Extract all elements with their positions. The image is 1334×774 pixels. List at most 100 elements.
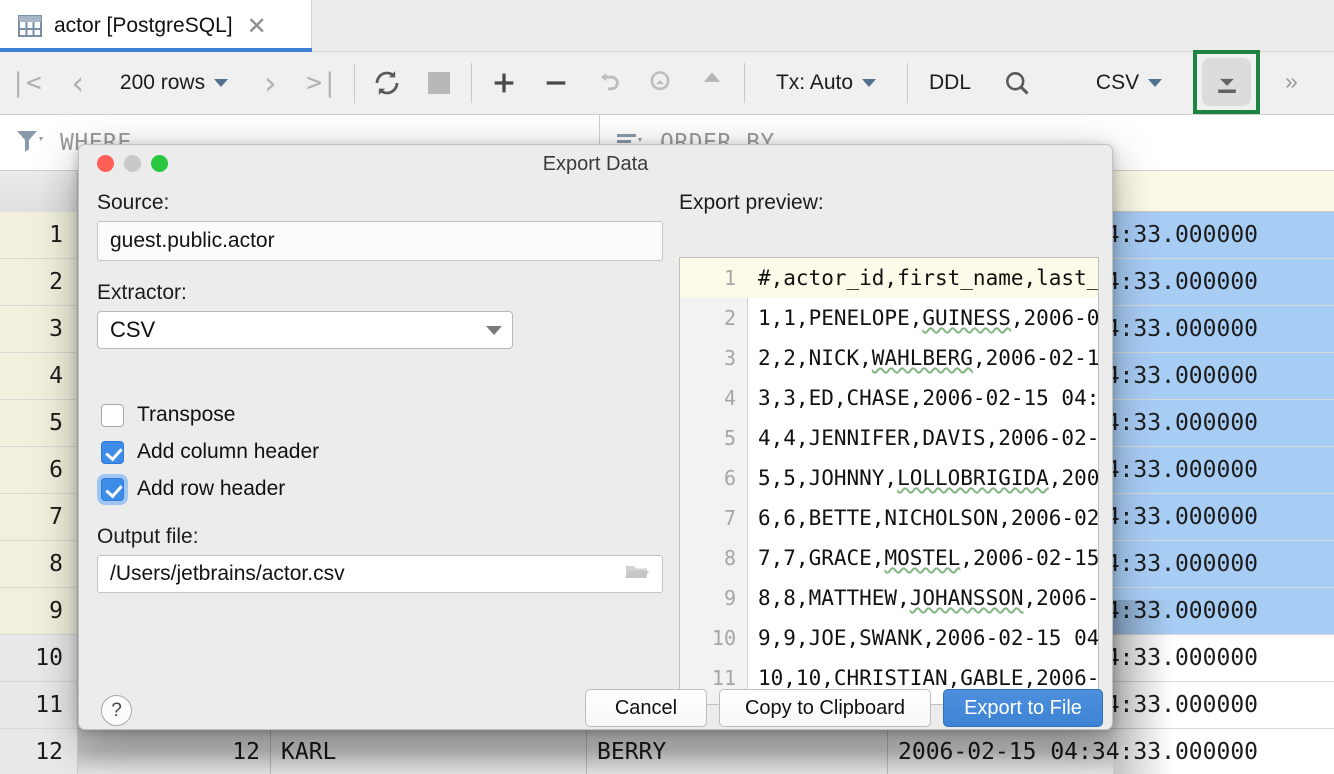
preview-line-number: 1 bbox=[680, 258, 736, 298]
chevron-down-icon bbox=[214, 79, 228, 87]
up-arrow-icon bbox=[698, 69, 726, 97]
preview-line: 87,7,GRACE,MOSTEL,2006-02-15 04 bbox=[680, 538, 1098, 578]
extractor-label: Extractor: bbox=[97, 281, 187, 305]
source-field: guest.public.actor bbox=[97, 221, 663, 261]
stop-icon bbox=[428, 72, 450, 94]
row-count-dropdown[interactable]: 200 rows bbox=[104, 52, 244, 115]
toolbar-divider-3 bbox=[744, 63, 745, 103]
chevron-down-icon-tx bbox=[862, 79, 876, 87]
row-number[interactable]: 7 bbox=[0, 494, 78, 540]
rollback-icon bbox=[646, 69, 674, 97]
reload-button[interactable] bbox=[361, 52, 413, 115]
row-number[interactable]: 11 bbox=[0, 682, 78, 728]
row-number[interactable]: 10 bbox=[0, 635, 78, 681]
minimize-window-button[interactable] bbox=[124, 155, 141, 172]
preview-line-number: 7 bbox=[680, 498, 736, 538]
first-page-button[interactable]: |< bbox=[0, 52, 52, 115]
row-number[interactable]: 5 bbox=[0, 400, 78, 446]
preview-line-number: 4 bbox=[680, 378, 736, 418]
toolbar-divider bbox=[354, 63, 355, 103]
close-icon[interactable]: ✕ bbox=[247, 14, 267, 38]
row-number[interactable]: 9 bbox=[0, 588, 78, 634]
row-number[interactable]: 2 bbox=[0, 259, 78, 305]
transaction-mode-dropdown[interactable]: Tx: Auto bbox=[751, 52, 901, 115]
preview-line: 98,8,MATTHEW,JOHANSSON,2006-02- bbox=[680, 578, 1098, 618]
cancel-button[interactable]: Cancel bbox=[585, 689, 707, 727]
cell-last-update[interactable]: 2006-02-15 04:34:33.000000 bbox=[888, 729, 1334, 774]
chevron-down-icon-extractor bbox=[486, 326, 502, 335]
commit-button[interactable] bbox=[686, 52, 738, 115]
export-to-file-toolbar-button[interactable] bbox=[1202, 58, 1251, 106]
export-preview-label: Export preview: bbox=[679, 191, 824, 215]
row-number[interactable]: 8 bbox=[0, 541, 78, 587]
tab-actor[interactable]: actor [PostgreSQL] ✕ bbox=[0, 0, 312, 52]
cell-last-name[interactable]: BERRY bbox=[587, 729, 888, 774]
tab-bar: actor [PostgreSQL] ✕ bbox=[0, 0, 1334, 52]
row-number[interactable]: 12 bbox=[0, 729, 78, 774]
row-number[interactable]: 1 bbox=[0, 212, 78, 258]
maximize-window-button[interactable] bbox=[151, 155, 168, 172]
toolbar-divider-4 bbox=[907, 63, 908, 103]
row-number[interactable]: 3 bbox=[0, 306, 78, 352]
preview-line-number: 9 bbox=[680, 578, 736, 618]
revert-icon bbox=[594, 69, 622, 97]
reload-icon bbox=[372, 68, 402, 98]
preview-line: 43,3,ED,CHASE,2006-02-15 04:34: bbox=[680, 378, 1098, 418]
window-controls bbox=[97, 155, 168, 172]
datagrip-window: actor [PostgreSQL] ✕ |< ‹ 200 rows › >| bbox=[0, 0, 1334, 774]
transaction-mode-label: Tx: Auto bbox=[776, 71, 853, 95]
preview-line-number: 10 bbox=[680, 618, 736, 658]
help-button[interactable]: ? bbox=[101, 695, 132, 726]
export-preview-editor[interactable]: 1 #,actor_id,first_name,last_nam21,1,PENE… bbox=[679, 257, 1099, 705]
cell-first-name[interactable]: KARL bbox=[271, 729, 587, 774]
toolbar-divider-5 bbox=[1194, 63, 1195, 103]
next-page-button[interactable]: › bbox=[244, 52, 296, 115]
search-button[interactable] bbox=[986, 52, 1048, 115]
rollback-button bbox=[634, 52, 686, 115]
preview-line-text: #,actor_id,first_name,last_nam bbox=[758, 258, 1099, 298]
filter-icon bbox=[14, 128, 44, 159]
source-label: Source: bbox=[97, 191, 169, 215]
output-file-label: Output file: bbox=[97, 525, 199, 549]
table-row[interactable]: 1212KARLBERRY2006-02-15 04:34:33.000000 bbox=[0, 729, 1334, 774]
output-file-field[interactable]: /Users/jetbrains/actor.csv bbox=[97, 555, 663, 593]
preview-line-text: 5,5,JOHNNY,LOLLOBRIGIDA,2006-0 bbox=[758, 458, 1099, 498]
dialog-title: Export Data bbox=[543, 153, 649, 176]
last-page-button[interactable]: >| bbox=[296, 52, 348, 115]
preview-line: 1 #,actor_id,first_name,last_nam bbox=[680, 258, 1098, 298]
export-to-file-button[interactable]: Export to File bbox=[943, 689, 1103, 727]
prev-page-button[interactable]: ‹ bbox=[52, 52, 104, 115]
row-number[interactable]: 6 bbox=[0, 447, 78, 493]
tab-label: actor [PostgreSQL] bbox=[54, 14, 233, 38]
preview-line: 21,1,PENELOPE,GUINESS,2006-02-1 bbox=[680, 298, 1098, 338]
folder-icon[interactable] bbox=[624, 561, 650, 587]
add-column-header-checkbox[interactable] bbox=[101, 441, 124, 464]
preview-line-number: 5 bbox=[680, 418, 736, 458]
transpose-label: Transpose bbox=[137, 403, 235, 427]
output-file-value: /Users/jetbrains/actor.csv bbox=[110, 562, 345, 586]
toolbar-overflow-button[interactable]: » bbox=[1285, 68, 1298, 95]
preview-line: 76,6,BETTE,NICHOLSON,2006-02-15 bbox=[680, 498, 1098, 538]
export-data-dialog: Export Data Source: guest.public.actor E… bbox=[78, 144, 1113, 730]
preview-line-number: 2 bbox=[680, 298, 736, 338]
extractor-dropdown[interactable]: CSV bbox=[97, 311, 513, 349]
add-row-header-checkbox-row[interactable]: Add row header bbox=[101, 477, 285, 501]
format-dropdown[interactable]: CSV bbox=[1070, 52, 1188, 115]
preview-line-text: 7,7,GRACE,MOSTEL,2006-02-15 04 bbox=[758, 538, 1099, 578]
grid-corner-cell[interactable] bbox=[0, 171, 78, 212]
transpose-checkbox-row[interactable]: Transpose bbox=[101, 403, 235, 427]
remove-row-button[interactable] bbox=[530, 52, 582, 115]
transpose-checkbox[interactable] bbox=[101, 404, 124, 427]
chevron-down-icon-csv bbox=[1148, 79, 1162, 87]
add-row-button[interactable] bbox=[478, 52, 530, 115]
cell-actor-id[interactable]: 12 bbox=[78, 729, 271, 774]
preview-line-number: 3 bbox=[680, 338, 736, 378]
row-number[interactable]: 4 bbox=[0, 353, 78, 399]
add-column-header-checkbox-row[interactable]: Add column header bbox=[101, 440, 319, 464]
copy-to-clipboard-button[interactable]: Copy to Clipboard bbox=[719, 689, 931, 727]
add-row-header-checkbox[interactable] bbox=[101, 478, 124, 501]
stop-button[interactable] bbox=[413, 52, 465, 115]
minus-icon bbox=[542, 69, 570, 97]
ddl-button[interactable]: DDL bbox=[914, 52, 986, 115]
close-window-button[interactable] bbox=[97, 155, 114, 172]
